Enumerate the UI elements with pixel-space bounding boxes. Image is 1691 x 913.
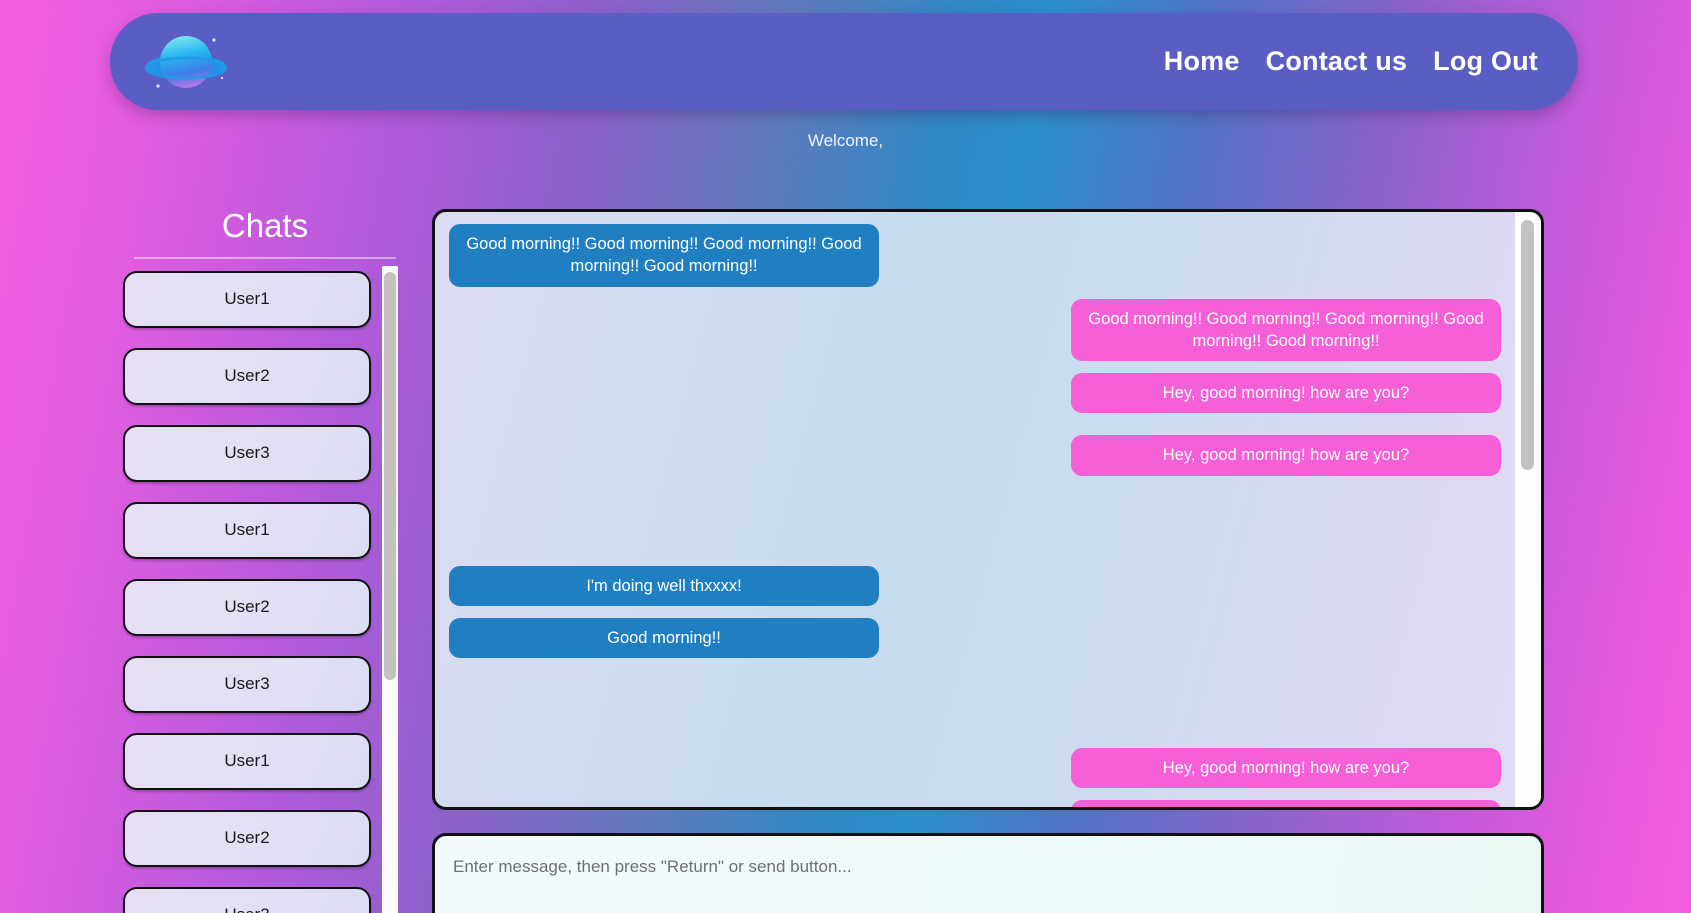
chat-list-item[interactable]: User1 (123, 732, 371, 790)
chat-list: User1 User2 User3 User1 User2 User3 User1 User2… (120, 270, 392, 913)
chat-list-item-label: User1 (224, 289, 270, 309)
chat-list-item[interactable]: User1 (123, 501, 371, 559)
message-bubble-outgoing: Hey, good morning! how are you? (1071, 800, 1501, 807)
nav-link-home[interactable]: Home (1164, 46, 1240, 77)
message-list: Good morning!! Good morning!! Good morni… (435, 212, 1515, 807)
chat-list-item[interactable]: User3 (123, 886, 371, 913)
chat-panel: Good morning!! Good morning!! Good morni… (432, 209, 1544, 810)
chat-list-item-label: User2 (224, 597, 270, 617)
message-bubble-incoming: Good morning!! Good morning!! Good morni… (449, 224, 879, 287)
sidebar-scroll-area: User1 User2 User3 User1 User2 User3 User1 User2… (120, 265, 410, 913)
message-bubble-outgoing: Hey, good morning! how are you? (1071, 748, 1501, 789)
message-bubble-incoming: Good morning!! (449, 617, 879, 659)
chat-list-item-label: User3 (224, 905, 269, 913)
chat-list-item-label: User2 (224, 828, 270, 848)
sidebar-scrollbar-track[interactable] (382, 265, 398, 913)
sidebar-title: Chats (221, 207, 309, 244)
chat-list-item-label: User3 (224, 443, 270, 463)
sidebar-divider (134, 256, 396, 259)
message-bubble-incoming: I'm doing well thxxxx! (449, 565, 879, 606)
nav-links: Home Contact us Log Out (1164, 46, 1538, 77)
message-bubble-outgoing: Hey, good morning! how are you? (1071, 373, 1501, 414)
chat-scrollbar-track[interactable] (1515, 212, 1541, 807)
chat-list-item-label: User2 (224, 366, 270, 386)
chat-list-item[interactable]: User3 (123, 424, 371, 482)
chat-list-item-label: User1 (224, 520, 270, 540)
chat-list-item-label: User3 (224, 674, 270, 694)
nav-link-contact-us[interactable]: Contact us (1266, 46, 1408, 77)
chats-sidebar: Chats User1 User2 User3 User1 User2 User3 User… (120, 205, 410, 913)
chat-list-item[interactable]: User2 (123, 578, 371, 636)
chat-list-item[interactable]: User2 (123, 809, 371, 867)
welcome-text: Welcome, (807, 131, 884, 150)
nav-link-log-out[interactable]: Log Out (1433, 46, 1538, 77)
message-input[interactable] (435, 836, 1541, 913)
planet-logo-icon[interactable] (138, 22, 234, 102)
navbar: Home Contact us Log Out (110, 13, 1578, 110)
message-bubble-outgoing: Hey, good morning! how are you? (1071, 435, 1501, 476)
message-composer[interactable] (432, 833, 1544, 913)
message-bubble-outgoing: Good morning!! Good morning!! Good morni… (1071, 298, 1501, 362)
chat-list-item[interactable]: User3 (123, 655, 371, 713)
chat-scrollbar-thumb[interactable] (1521, 220, 1534, 470)
sidebar-scrollbar-thumb[interactable] (384, 271, 396, 680)
chat-list-item[interactable]: User1 (123, 270, 371, 328)
chat-list-item-label: User1 (224, 751, 270, 771)
chat-list-item[interactable]: User2 (123, 347, 371, 405)
planet-logo-svg (144, 35, 228, 88)
